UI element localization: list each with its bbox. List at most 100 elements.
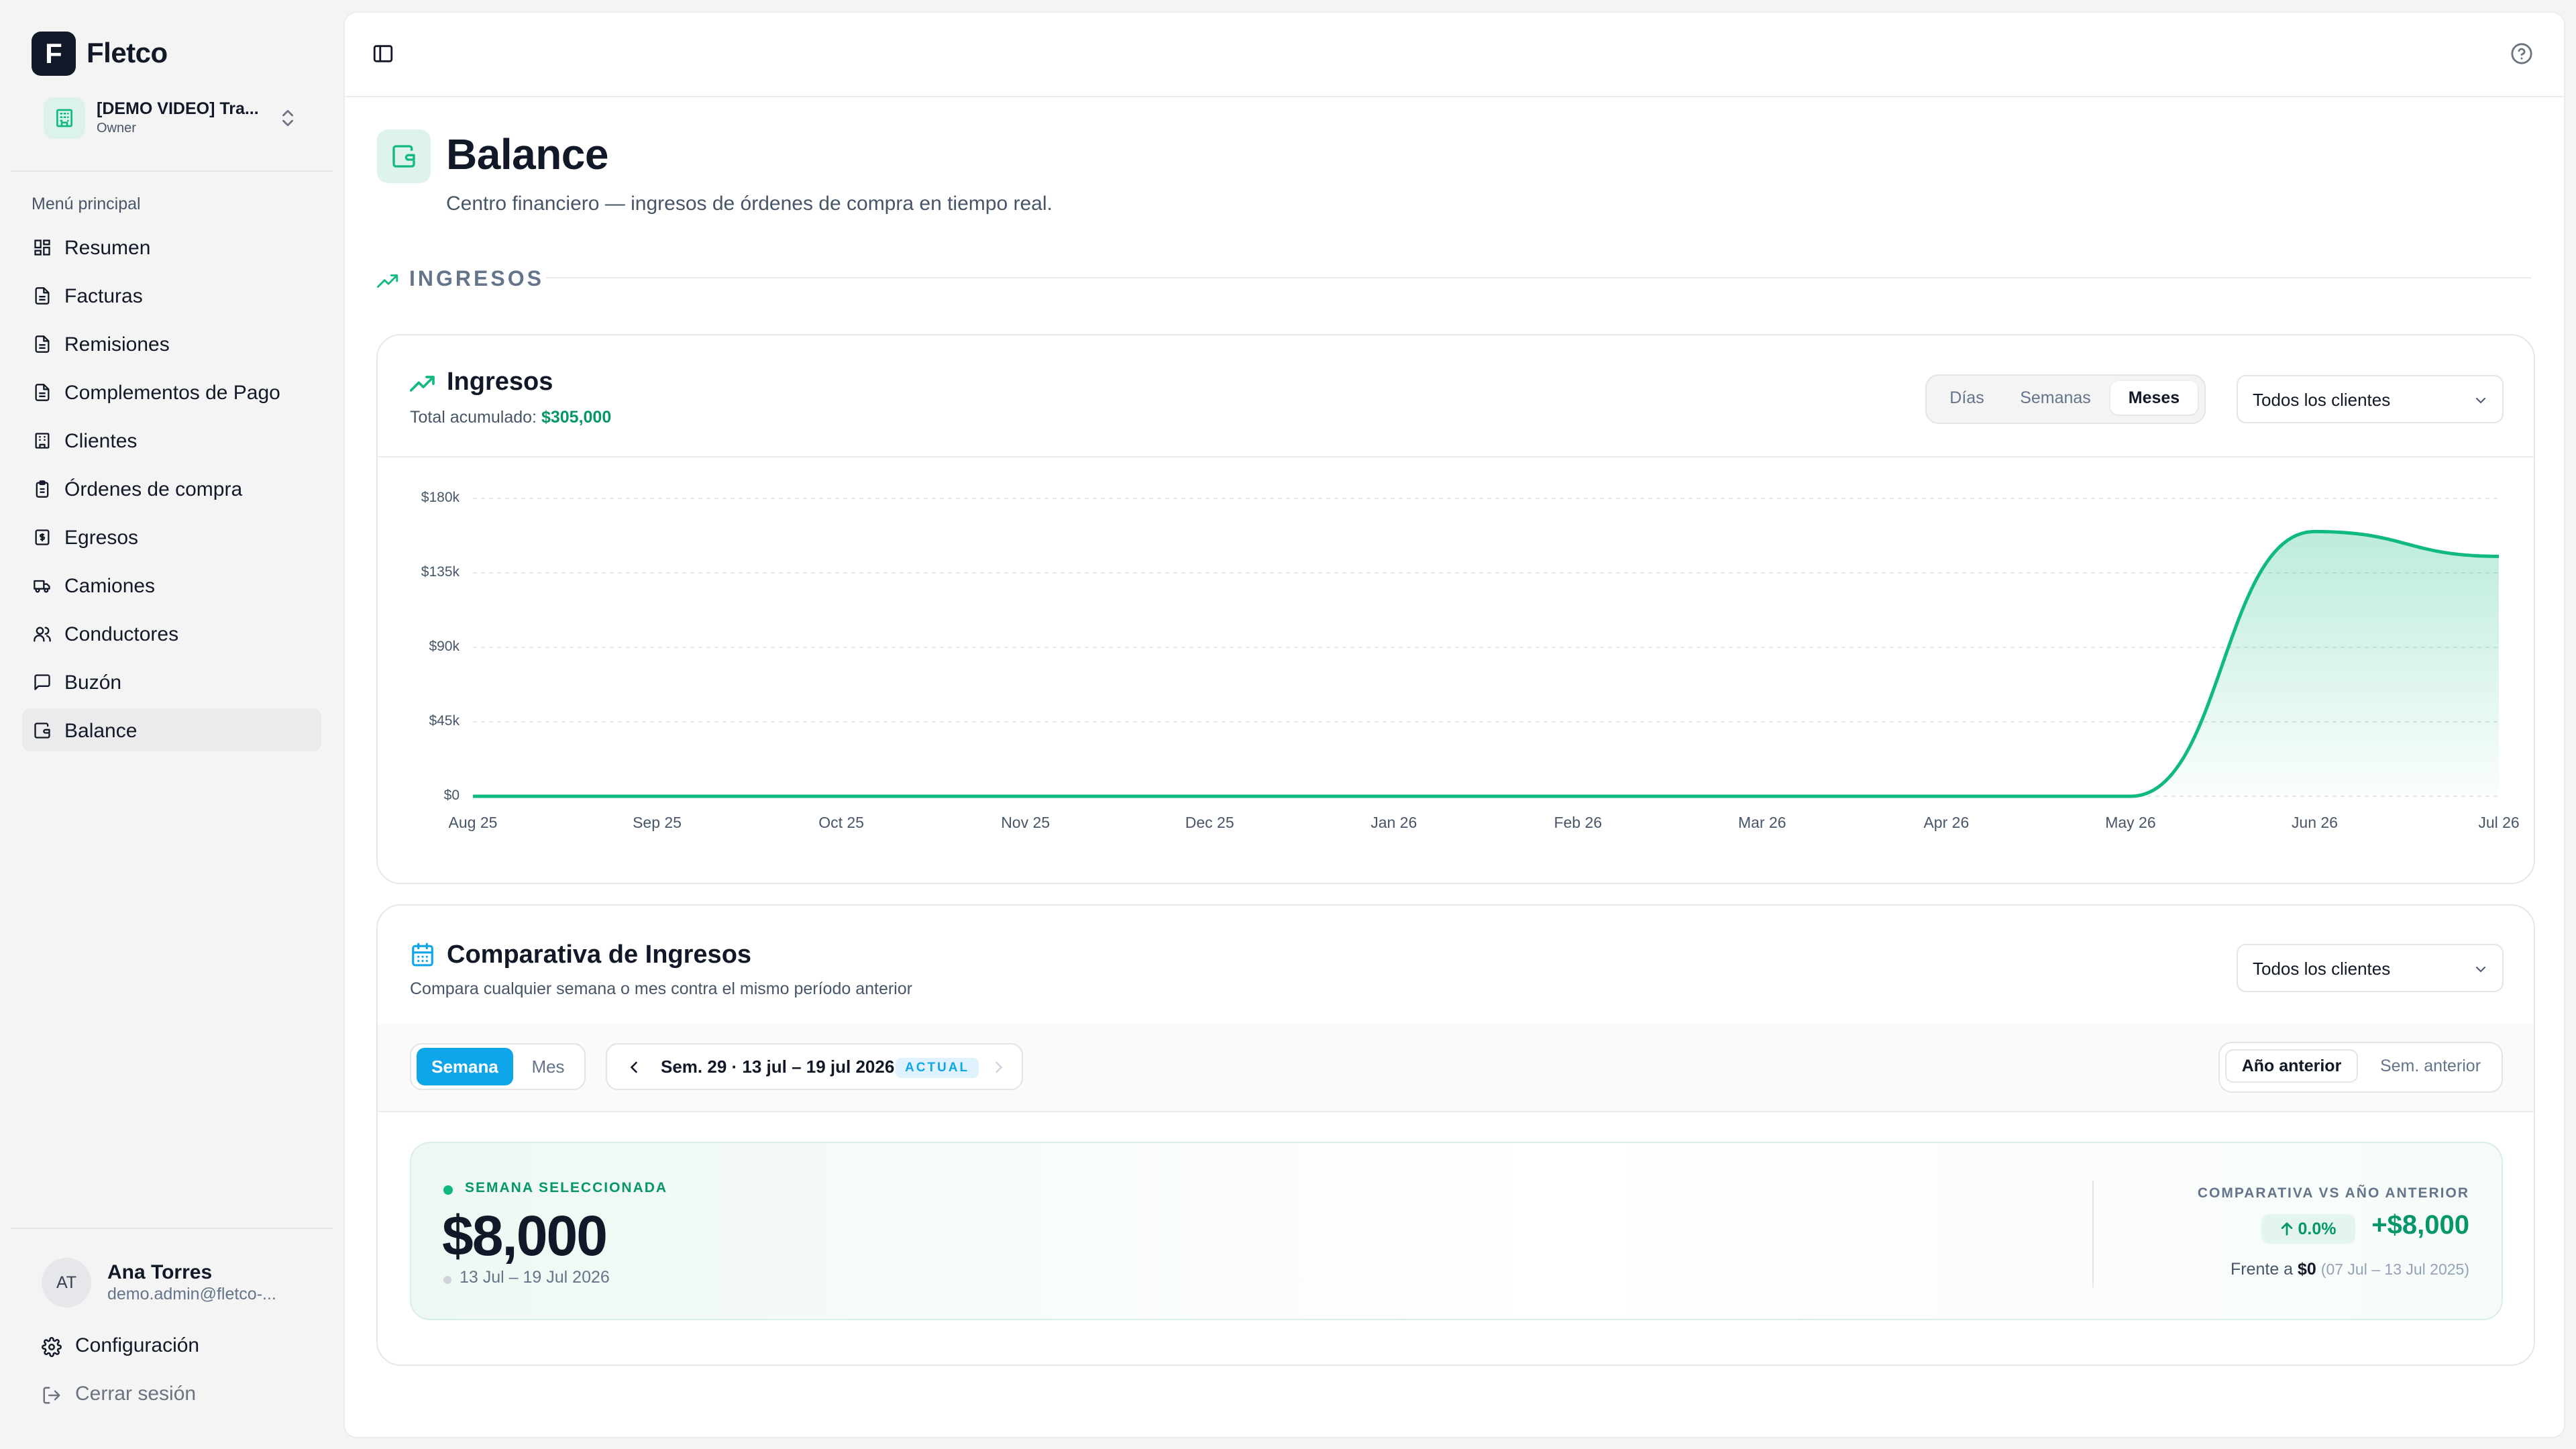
period-label: Sem. 29 · 13 jul – 19 jul 2026 — [661, 1057, 895, 1077]
chevron-left-icon[interactable] — [625, 1058, 643, 1077]
settings-button[interactable]: Configuración — [42, 1326, 310, 1366]
baseline-ano-anterior[interactable]: Año anterior — [2225, 1049, 2358, 1083]
sidebar-divider — [11, 1228, 333, 1229]
brand-name[interactable]: Fletco — [87, 37, 168, 69]
truck-icon — [33, 576, 52, 595]
settings-label: Configuración — [75, 1334, 200, 1356]
document-icon — [33, 383, 52, 402]
selected-period-label: SEMANA SELECCIONADA — [465, 1180, 668, 1195]
mode-semana[interactable]: Semana — [417, 1048, 513, 1085]
user-email: demo.admin@fletco-... — [107, 1285, 276, 1303]
message-icon — [33, 673, 52, 692]
current-period-badge: ACTUAL — [896, 1058, 979, 1078]
sidebar-item-balance[interactable]: Balance — [22, 708, 321, 751]
topbar-divider — [345, 96, 2564, 97]
avatar[interactable]: AT — [42, 1258, 91, 1307]
summary-divider — [2092, 1180, 2094, 1287]
trending-up-icon — [377, 273, 400, 289]
income-total-value: $305,000 — [541, 408, 612, 427]
comparison-subtitle: Compara cualquier semana o mes contra el… — [410, 979, 912, 998]
sidebar-item-remisiones[interactable]: Remisiones — [22, 322, 321, 365]
sidebar-item-resumen[interactable]: Resumen — [22, 225, 321, 268]
chart-y-tick: $135k — [421, 564, 460, 580]
sidebar-item-label: Conductores — [64, 623, 179, 645]
page-subtitle: Centro financiero — ingresos de órdenes … — [446, 193, 1053, 215]
baseline-sem-anterior[interactable]: Sem. anterior — [2363, 1049, 2498, 1083]
granularity-toggle: Días Semanas Meses — [1925, 374, 2206, 424]
chart-x-tick: Mar 26 — [1738, 814, 1786, 831]
client-filter-select[interactable]: Todos los clientes — [2237, 375, 2504, 423]
sidebar-item-clientes[interactable]: Clientes — [22, 419, 321, 462]
sidebar-item-conductores[interactable]: Conductores — [22, 612, 321, 655]
granularity-semanas[interactable]: Semanas — [2002, 381, 2109, 415]
brand-logo[interactable]: F — [32, 32, 76, 76]
income-card-title: Ingresos — [447, 368, 553, 396]
chart-x-tick: Feb 26 — [1554, 814, 1603, 831]
sidebar: F Fletco [DEMO VIDEO] Tra... Owner Menú … — [0, 0, 342, 1449]
sidebar-item-ordenes[interactable]: Órdenes de compra — [22, 467, 321, 510]
arrow-up-icon — [2281, 1222, 2293, 1236]
sidebar-toggle-icon[interactable] — [372, 42, 394, 65]
baseline-toggle: Año anterior Sem. anterior — [2218, 1042, 2503, 1093]
pct-change-value: 0.0% — [2298, 1219, 2337, 1238]
sidebar-item-label: Clientes — [64, 430, 138, 452]
document-icon — [33, 286, 52, 305]
help-icon[interactable] — [2510, 42, 2533, 65]
chevron-right-icon[interactable] — [989, 1058, 1008, 1077]
granularity-meses[interactable]: Meses — [2110, 381, 2198, 415]
client-filter-value: Todos los clientes — [2253, 390, 2391, 410]
chart-x-tick: Dec 25 — [1185, 814, 1234, 831]
mode-toggle: Semana Mes — [410, 1043, 586, 1090]
building-icon — [33, 431, 52, 450]
main-panel: Balance Centro financiero — ingresos de … — [343, 11, 2565, 1438]
chart-x-tick: Jul 26 — [2478, 814, 2520, 831]
sidebar-item-egresos[interactable]: Egresos — [22, 515, 321, 558]
income-card: Ingresos Total acumulado: $305,000 Días … — [376, 334, 2535, 884]
logout-label: Cerrar sesión — [75, 1383, 197, 1405]
users-icon — [33, 625, 52, 643]
chart-y-tick: $45k — [429, 713, 460, 729]
comparison-card: Comparativa de Ingresos Compara cualquie… — [376, 904, 2535, 1366]
logout-button[interactable]: Cerrar sesión — [42, 1375, 310, 1415]
org-switcher[interactable]: [DEMO VIDEO] Tra... Owner — [32, 93, 313, 144]
granularity-dias[interactable]: Días — [1933, 381, 2000, 415]
menu-heading: Menú principal — [32, 195, 141, 213]
avatar-initials: AT — [56, 1273, 77, 1292]
sidebar-item-camiones[interactable]: Camiones — [22, 564, 321, 606]
chart-area-fill — [473, 531, 2499, 796]
sidebar-item-label: Remisiones — [64, 333, 170, 356]
chevron-down-icon — [2473, 392, 2489, 409]
chart-x-tick: May 26 — [2105, 814, 2156, 831]
sidebar-item-label: Órdenes de compra — [64, 478, 243, 500]
compare-line: Frente a $0 (07 Jul – 13 Jul 2025) — [2231, 1260, 2469, 1279]
income-chart: $0 $45k $90k $135k $180k Aug 25 Sep 25 Oct 25 No… — [378, 456, 2534, 883]
document-icon — [33, 335, 52, 354]
chart-x-tick: Jan 26 — [1371, 814, 1417, 831]
sidebar-item-label: Resumen — [64, 237, 151, 259]
section-label: INGRESOS — [409, 266, 544, 290]
status-dot — [443, 1185, 453, 1195]
period-navigator: Sem. 29 · 13 jul – 19 jul 2026 ACTUAL — [606, 1043, 1023, 1090]
calendar-icon — [410, 942, 435, 967]
mode-mes[interactable]: Mes — [516, 1048, 580, 1085]
chart-x-tick: Nov 25 — [1001, 814, 1051, 831]
clipboard-icon — [33, 480, 52, 498]
sidebar-item-complementos[interactable]: Complementos de Pago — [22, 370, 321, 413]
sidebar-item-facturas[interactable]: Facturas — [22, 274, 321, 317]
sidebar-divider — [11, 170, 333, 172]
page-title: Balance — [446, 130, 608, 178]
chevron-down-icon — [2473, 961, 2489, 977]
chart-x-tick: Jun 26 — [2291, 814, 2338, 831]
receipt-icon — [33, 528, 52, 547]
card-divider — [378, 1111, 2534, 1112]
comparison-client-select[interactable]: Todos los clientes — [2237, 944, 2504, 992]
selected-period-value: $8,000 — [442, 1204, 608, 1267]
org-name: [DEMO VIDEO] Tra... — [97, 99, 259, 118]
gear-icon — [42, 1337, 62, 1357]
chart-x-tick: Aug 25 — [448, 814, 498, 831]
diff-value: +$8,000 — [2371, 1210, 2469, 1240]
sidebar-item-buzon[interactable]: Buzón — [22, 660, 321, 703]
section-divider — [546, 277, 2532, 278]
chart-y-tick: $90k — [429, 639, 460, 654]
trending-up-icon — [410, 374, 437, 393]
